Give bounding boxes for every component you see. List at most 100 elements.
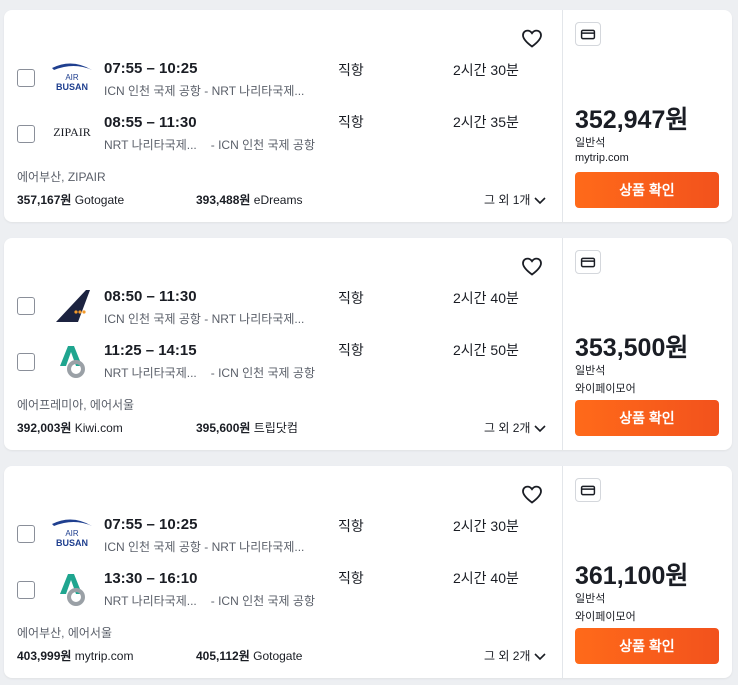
route-origin: ICN 인천 국제 공항 xyxy=(104,312,201,326)
cabin-class: 일반석 xyxy=(575,593,606,605)
logo-text: BUSAN xyxy=(56,538,88,548)
other-price-provider: mytrip.com xyxy=(74,649,134,663)
route-destination: - ICN 인천 국제 공항 xyxy=(210,594,316,608)
route-destination: - NRT 나리타국제... xyxy=(204,84,305,98)
heart-icon[interactable] xyxy=(520,26,544,50)
flight-times: 13:30 – 16:10 xyxy=(104,570,198,587)
other-price-option[interactable]: 395,600원 트립닷컴 xyxy=(196,419,298,436)
heart-icon[interactable] xyxy=(520,482,544,506)
price-provider: 와이페이모어 xyxy=(575,383,636,395)
more-prices-button[interactable]: 그 외 2개 xyxy=(484,647,547,664)
other-price-value: 393,488원 xyxy=(196,193,251,207)
other-price-provider: Kiwi.com xyxy=(74,421,123,435)
airlines-label: 에어부산, ZIPAIR xyxy=(17,170,106,184)
cabin-bag-icon xyxy=(575,22,601,46)
flight-times: 07:55 – 10:25 xyxy=(104,60,198,77)
cabin-bag-icon xyxy=(575,478,601,502)
view-deal-button[interactable]: 상품 확인 xyxy=(575,400,719,436)
route: NRT 나리타국제... - ICN 인천 국제 공항 xyxy=(104,136,315,153)
other-price-value: 395,600원 xyxy=(196,421,251,435)
stops-label: 직항 xyxy=(338,290,364,306)
more-prices-label: 그 외 2개 xyxy=(484,421,531,435)
outbound-leg: AIR BUSAN 07:55 – 10:25 ICN 인천 국제 공항 - N… xyxy=(4,516,562,560)
air-busan-logo: AIR BUSAN xyxy=(52,519,92,548)
leg-checkbox[interactable] xyxy=(17,581,35,599)
heart-icon[interactable] xyxy=(520,254,544,278)
view-deal-button[interactable]: 상품 확인 xyxy=(575,628,719,664)
leg-checkbox[interactable] xyxy=(17,125,35,143)
leg-checkbox[interactable] xyxy=(17,69,35,87)
logo-text: AIR xyxy=(65,529,79,538)
flight-times: 11:25 – 14:15 xyxy=(104,342,197,359)
other-price-option[interactable]: 392,003원 Kiwi.com xyxy=(17,419,123,436)
more-prices-button[interactable]: 그 외 2개 xyxy=(484,419,547,436)
route: ICN 인천 국제 공항 - NRT 나리타국제... xyxy=(104,538,304,555)
cabin-class: 일반석 xyxy=(575,365,606,377)
cabin-bag-icon xyxy=(575,250,601,274)
route: NRT 나리타국제... - ICN 인천 국제 공항 xyxy=(104,364,315,381)
price-panel: 361,100원 일반석 와이페이모어 상품 확인 xyxy=(562,466,732,678)
return-leg: 13:30 – 16:10 NRT 나리타국제... - ICN 인천 국제 공항… xyxy=(4,570,562,614)
air-busan-logo: AIR BUSAN xyxy=(52,63,92,92)
leg-checkbox[interactable] xyxy=(17,297,35,315)
route-origin: NRT 나리타국제... xyxy=(104,594,197,608)
air-seoul-logo xyxy=(60,574,85,606)
price-value: 353,500원 xyxy=(575,334,689,362)
result-card: AIR BUSAN 07:55 – 10:25 ICN 인천 국제 공항 - N… xyxy=(4,10,732,222)
price-value: 352,947원 xyxy=(575,106,689,134)
route: ICN 인천 국제 공항 - NRT 나리타국제... xyxy=(104,310,304,327)
logo-text: BUSAN xyxy=(56,82,88,92)
duration-label: 2시간 30분 xyxy=(453,518,519,534)
other-price-provider: Gotogate xyxy=(74,193,125,207)
duration-label: 2시간 50분 xyxy=(453,342,519,358)
route-destination: - NRT 나리타국제... xyxy=(204,312,305,326)
zipair-logo: ZIPAIR xyxy=(53,125,91,139)
other-price-provider: eDreams xyxy=(253,193,303,207)
other-price-option[interactable]: 357,167원 Gotogate xyxy=(17,191,124,208)
price-provider: 와이페이모어 xyxy=(575,611,636,623)
outbound-leg: AIR BUSAN 07:55 – 10:25 ICN 인천 국제 공항 - N… xyxy=(4,60,562,104)
flight-times: 07:55 – 10:25 xyxy=(104,516,198,533)
stops-label: 직항 xyxy=(338,62,364,78)
duration-label: 2시간 35분 xyxy=(453,114,519,130)
flight-times: 08:50 – 11:30 xyxy=(104,288,197,305)
stops-label: 직항 xyxy=(338,114,364,130)
itinerary-section[interactable]: AIR BUSAN 07:55 – 10:25 ICN 인천 국제 공항 - N… xyxy=(4,10,562,222)
other-price-option[interactable]: 405,112원 Gotogate xyxy=(196,647,302,664)
other-price-option[interactable]: 393,488원 eDreams xyxy=(196,191,302,208)
other-price-value: 392,003원 xyxy=(17,421,72,435)
other-price-value: 357,167원 xyxy=(17,193,72,207)
itinerary-section[interactable]: 08:50 – 11:30 ICN 인천 국제 공항 - NRT 나리타국제..… xyxy=(4,238,562,450)
leg-checkbox[interactable] xyxy=(17,353,35,371)
stops-label: 직항 xyxy=(338,570,364,586)
return-leg: 11:25 – 14:15 NRT 나리타국제... - ICN 인천 국제 공항… xyxy=(4,342,562,386)
more-prices-button[interactable]: 그 외 1개 xyxy=(484,191,547,208)
price-panel: 352,947원 일반석 mytrip.com 상품 확인 xyxy=(562,10,732,222)
route-origin: ICN 인천 국제 공항 xyxy=(104,84,201,98)
duration-label: 2시간 30분 xyxy=(453,62,519,78)
other-price-option[interactable]: 403,999원 mytrip.com xyxy=(17,647,133,664)
other-price-provider: 트립닷컴 xyxy=(253,421,298,435)
price-panel: 353,500원 일반석 와이페이모어 상품 확인 xyxy=(562,238,732,450)
route-destination: - ICN 인천 국제 공항 xyxy=(210,138,316,152)
more-prices-label: 그 외 1개 xyxy=(484,193,531,207)
route-origin: ICN 인천 국제 공항 xyxy=(104,540,201,554)
route: NRT 나리타국제... - ICN 인천 국제 공항 xyxy=(104,592,315,609)
stops-label: 직항 xyxy=(338,518,364,534)
airlines-label: 에어부산, 에어서울 xyxy=(17,626,112,640)
route-origin: NRT 나리타국제... xyxy=(104,138,197,152)
result-card: 08:50 – 11:30 ICN 인천 국제 공항 - NRT 나리타국제..… xyxy=(4,238,732,450)
itinerary-section[interactable]: AIR BUSAN 07:55 – 10:25 ICN 인천 국제 공항 - N… xyxy=(4,466,562,678)
flight-times: 08:55 – 11:30 xyxy=(104,114,197,131)
search-results: AIR BUSAN 07:55 – 10:25 ICN 인천 국제 공항 - N… xyxy=(0,0,738,685)
route-destination: - NRT 나리타국제... xyxy=(204,540,305,554)
duration-label: 2시간 40분 xyxy=(453,570,519,586)
outbound-leg: 08:50 – 11:30 ICN 인천 국제 공항 - NRT 나리타국제..… xyxy=(4,288,562,332)
route-origin: NRT 나리타국제... xyxy=(104,366,197,380)
leg-checkbox[interactable] xyxy=(17,525,35,543)
return-leg: ZIPAIR 08:55 – 11:30 NRT 나리타국제... - ICN 인… xyxy=(4,114,562,158)
other-price-provider: Gotogate xyxy=(253,649,303,663)
more-prices-label: 그 외 2개 xyxy=(484,649,531,663)
other-price-value: 403,999원 xyxy=(17,649,72,663)
view-deal-button[interactable]: 상품 확인 xyxy=(575,172,719,208)
